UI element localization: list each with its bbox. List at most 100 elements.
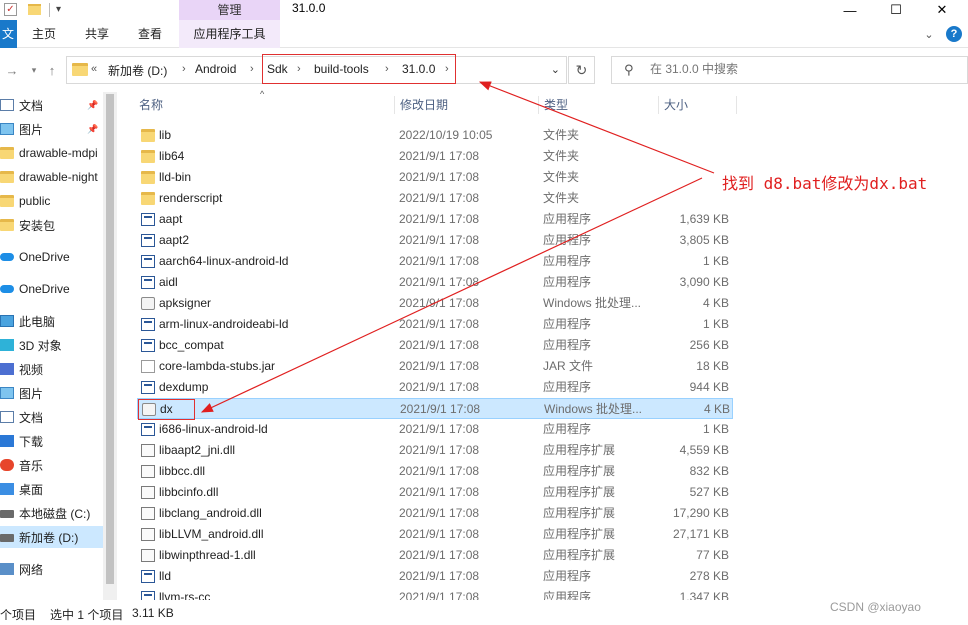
dll-file-icon [141,507,155,520]
nav-item[interactable]: OneDrive [0,278,103,300]
collapse-ribbon-icon[interactable]: ⌄ [921,26,937,42]
folder-icon [141,192,155,205]
file-row[interactable]: aapt2 2021/9/1 17:08 应用程序 3,805 KB [137,230,733,251]
new-folder-icon[interactable] [28,4,41,15]
application-icon [141,570,155,583]
file-row[interactable]: bcc_compat 2021/9/1 17:08 应用程序 256 KB [137,335,733,356]
up-icon[interactable]: ↑ [44,61,60,79]
refresh-button[interactable]: ↻ [568,56,595,84]
nav-item[interactable]: 桌面 [0,478,103,500]
nav-item[interactable]: 音乐 [0,454,103,476]
breadcrumb-android[interactable]: Android [195,62,236,76]
column-divider[interactable] [538,96,539,114]
file-row[interactable]: libclang_android.dll 2021/9/1 17:08 应用程序扩展… [137,503,733,524]
maximize-icon: ☐ [890,2,902,17]
file-row[interactable]: dexdump 2021/9/1 17:08 应用程序 944 KB [137,377,733,398]
file-row[interactable]: lld-bin 2021/9/1 17:08 文件夹 [137,167,733,188]
address-dropdown-icon[interactable]: ⌄ [551,63,560,76]
file-row[interactable]: libLLVM_android.dll 2021/9/1 17:08 应用程序扩展 2… [137,524,733,545]
nav-item[interactable]: public [0,190,103,212]
file-name: libbcc.dll [159,464,206,478]
search-input[interactable] [650,62,950,76]
file-size: 4,559 KB [679,443,729,457]
nav-item-label: OneDrive [19,250,70,264]
tab-share[interactable]: 共享 [85,20,109,48]
nav-item[interactable]: 图片 [0,382,103,404]
file-size: 4 KB [703,402,730,416]
breadcrumb-separator[interactable]: › [250,63,254,75]
nav-item[interactable]: 安装包 [0,214,103,236]
dll-file-icon [141,465,155,478]
column-date[interactable]: 修改日期 [398,92,538,118]
onedrive-icon [0,253,14,261]
dll-file-icon [141,486,155,499]
file-row[interactable]: dx 2021/9/1 17:08 Windows 批处理... 4 KB [137,398,733,419]
breadcrumb-separator[interactable]: › [182,63,186,75]
help-icon[interactable]: ? [946,26,962,42]
search-box[interactable]: ⚲ [611,56,968,84]
dll-file-icon [141,444,155,457]
file-row[interactable]: libwinpthread-1.dll 2021/9/1 17:08 应用程序扩展 7… [137,545,733,566]
recent-locations-icon[interactable]: ▾ [26,61,42,79]
pin-icon[interactable]: 📌 [87,124,98,135]
tab-file[interactable]: 文 [0,20,17,48]
file-row[interactable]: i686-linux-android-ld 2021/9/1 17:08 应用程序 1… [137,419,733,440]
folder-icon [0,171,14,183]
properties-check-icon[interactable]: ✓ [4,3,17,16]
nav-item[interactable]: 新加卷 (D:) [0,526,103,548]
nav-item[interactable]: 下载 [0,430,103,452]
nav-item[interactable]: 文档 [0,406,103,428]
file-row[interactable]: lld 2021/9/1 17:08 应用程序 278 KB [137,566,733,587]
onedrive-icon [0,285,14,293]
breadcrumb-drive-d[interactable]: 新加卷 (D:) [108,62,167,79]
file-row[interactable]: libbcinfo.dll 2021/9/1 17:08 应用程序扩展 527 KB [137,482,733,503]
file-row[interactable]: arm-linux-androideabi-ld 2021/9/1 17:08 应用… [137,314,733,335]
nav-item[interactable]: OneDrive [0,246,103,268]
column-size[interactable]: 大小 [662,92,734,118]
column-divider[interactable] [736,96,737,114]
file-row[interactable]: core-lambda-stubs.jar 2021/9/1 17:08 JAR 文… [137,356,733,377]
nav-item-label: 桌面 [19,482,44,497]
nav-item[interactable]: 3D 对象 [0,334,103,356]
file-row[interactable]: renderscript 2021/9/1 17:08 文件夹 [137,188,733,209]
address-overflow[interactable]: « [91,63,97,75]
file-row[interactable]: aarch64-linux-android-ld 2021/9/1 17:08 应用… [137,251,733,272]
nav-item[interactable]: 视频 [0,358,103,380]
minimize-button[interactable]: — [828,0,872,20]
file-row[interactable]: lib64 2021/9/1 17:08 文件夹 [137,146,733,167]
file-row[interactable]: libbcc.dll 2021/9/1 17:08 应用程序扩展 832 KB [137,461,733,482]
file-row[interactable]: aapt 2021/9/1 17:08 应用程序 1,639 KB [137,209,733,230]
column-type[interactable]: 类型 [542,92,658,118]
file-row[interactable]: aidl 2021/9/1 17:08 应用程序 3,090 KB [137,272,733,293]
dll-file-icon [141,549,155,562]
nav-item[interactable]: 文档 📌 [0,94,103,116]
column-divider[interactable] [658,96,659,114]
customize-toolbar-icon[interactable]: ▾ [56,4,61,15]
view-toggle-area[interactable] [940,600,968,625]
forward-icon[interactable]: → [4,61,20,79]
nav-item[interactable]: 图片 📌 [0,118,103,140]
nav-item[interactable]: drawable-mdpi [0,142,103,164]
nav-scrollbar-thumb[interactable] [106,94,114,584]
file-row[interactable]: libaapt2_jni.dll 2021/9/1 17:08 应用程序扩展 4,55… [137,440,733,461]
3d-objects-icon [0,339,14,351]
tab-view[interactable]: 查看 [138,20,162,48]
nav-item[interactable]: drawable-night [0,166,103,188]
manage-context-tab[interactable]: 管理 [179,0,280,20]
pin-icon[interactable]: 📌 [87,100,98,111]
folder-icon [0,195,14,207]
column-name[interactable]: 名称 [137,92,377,118]
tab-home[interactable]: 主页 [32,20,56,48]
nav-item[interactable]: 此电脑 [0,310,103,332]
file-row[interactable]: lib 2022/10/19 10:05 文件夹 [137,125,733,146]
maximize-button[interactable]: ☐ [874,0,918,20]
file-row[interactable]: apksigner 2021/9/1 17:08 Windows 批处理... 4 K… [137,293,733,314]
file-date: 2021/9/1 17:08 [399,422,480,436]
nav-item[interactable]: 网络 [0,558,103,580]
nav-item[interactable]: 本地磁盘 (C:) [0,502,103,524]
tab-application-tools[interactable]: 应用程序工具 [179,20,280,48]
column-divider[interactable] [394,96,395,114]
file-name: apksigner [159,296,212,310]
close-button[interactable]: ✕ [920,0,964,20]
nav-scrollbar[interactable] [103,92,117,600]
